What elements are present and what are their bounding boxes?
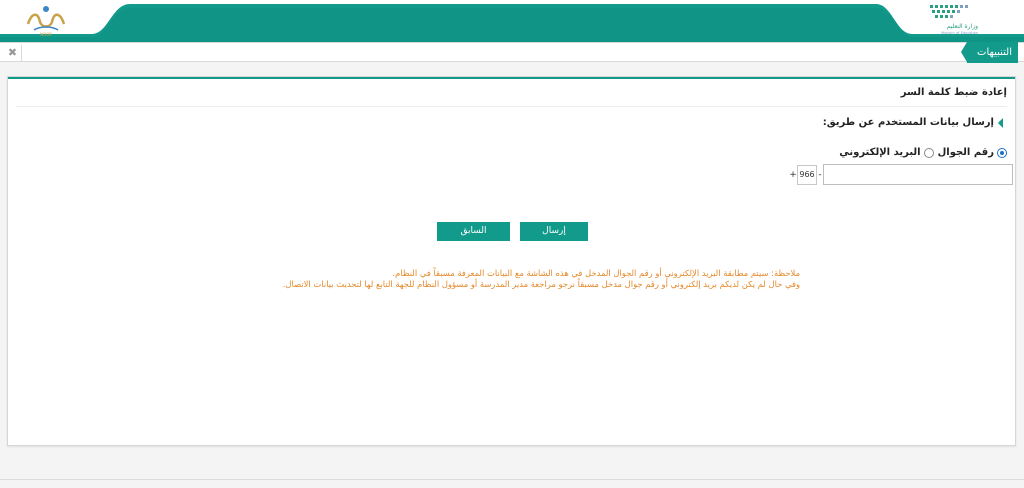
phone-row: + 966 - [789,164,1013,185]
divider [16,106,1007,107]
send-method-options: رقم الجوال البريد الإلكتروني [839,147,1007,158]
noor-logo[interactable]: NOOR [22,4,70,40]
page-title: إعادة ضبط كلمة السر [900,87,1007,98]
ministry-logo-arabic: وزارة التعليم [946,23,978,30]
note-line-2: وفي حال لم يكن لديكم بريد إلكتروني أو رق… [282,279,800,289]
phone-plus: + [789,169,797,180]
mobile-number-input[interactable] [823,164,1013,185]
panel-accent-line [8,77,1015,79]
close-icon[interactable]: ✖ [4,45,22,61]
option-email-label: البريد الإلكتروني [839,147,921,158]
option-email[interactable]: البريد الإلكتروني [839,147,934,158]
ministry-logo[interactable]: وزارة التعليم Ministry of Education [924,3,980,39]
send-method-label: إرسال بيانات المستخدم عن طريق: [823,117,1003,128]
send-button[interactable]: إرسال [520,222,588,241]
note-line-1: ملاحظة: سيتم مطابقة البريد الإلكتروني أو… [392,268,801,278]
arrow-left-icon [998,117,1003,128]
reset-password-panel: إعادة ضبط كلمة السر إرسال بيانات المستخد… [7,76,1016,446]
radio-mobile[interactable] [997,147,1007,158]
tab-bar: ✖ التنبيهات [0,42,1024,63]
footer-divider [0,479,1024,480]
ministry-logo-english: Ministry of Education [941,31,978,35]
header-banner-shape [0,4,1024,42]
ministry-logo-icon [930,5,968,18]
option-mobile-label: رقم الجوال [937,147,994,158]
app-header: NOOR وزارة التعليم Ministry of Education [0,0,1024,42]
country-code: 966 [797,164,817,185]
option-mobile[interactable]: رقم الجوال [938,147,1007,158]
previous-button[interactable]: السابق [437,222,510,241]
noor-logo-text: NOOR [39,32,53,37]
noor-logo-icon [26,6,66,31]
tab-notifications[interactable]: التنبيهات [961,42,1018,63]
send-method-text: إرسال بيانات المستخدم عن طريق: [822,117,994,128]
note-text: ملاحظة: سيتم مطابقة البريد الإلكتروني أو… [180,268,800,290]
radio-email[interactable] [923,147,934,158]
